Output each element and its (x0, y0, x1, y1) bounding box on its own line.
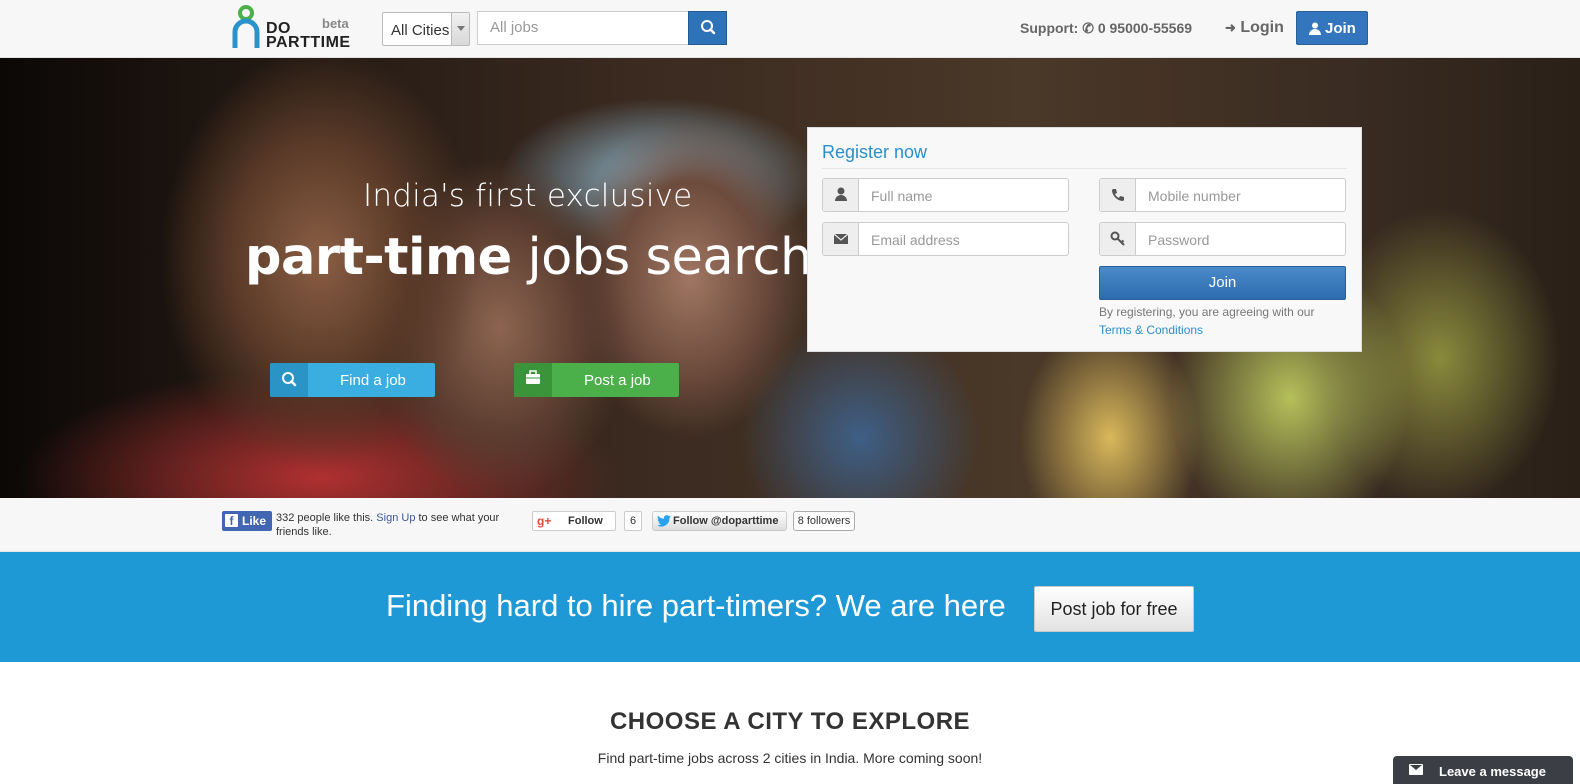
post-job-free-button[interactable]: Post job for free (1034, 586, 1194, 632)
gplus-icon: g+ (537, 514, 552, 528)
terms-link[interactable]: Terms & Conditions (1099, 323, 1203, 337)
search-button[interactable] (688, 11, 727, 45)
register-join-button[interactable]: Join (1099, 266, 1346, 300)
city-select-value: All Cities (391, 22, 450, 39)
city-section-title: CHOOSE A CITY TO EXPLORE (609, 708, 971, 735)
mobile-placeholder: Mobile number (1148, 188, 1241, 204)
user-icon (1309, 22, 1321, 35)
beta-badge: beta (322, 16, 349, 31)
leave-message-widget[interactable]: Leave a message (1393, 756, 1573, 784)
hero-headline-rest: jobs search (527, 228, 812, 287)
top-navbar: DO PARTTIME beta All Cities All jobs Sup… (0, 0, 1580, 58)
login-label: Login (1240, 19, 1284, 36)
leave-message-label: Leave a message (1439, 764, 1546, 779)
email-field[interactable]: Email address (822, 222, 1069, 256)
post-job-label: Post a job (584, 372, 651, 389)
post-job-button[interactable]: Post a job (514, 363, 679, 397)
hero-section: India's first exclusive part-time jobs s… (0, 58, 1580, 498)
social-bar: f Like 332 people like this. Sign Up to … (0, 498, 1580, 552)
envelope-icon (1409, 764, 1423, 775)
city-section-subtitle: Find part-time jobs across 2 cities in I… (597, 750, 983, 766)
twitter-followers-count: 8 followers (793, 511, 855, 531)
password-field[interactable]: Password (1099, 222, 1346, 256)
banner-text: Finding hard to hire part-timers? We are… (386, 588, 1006, 623)
twitter-follow-label: Follow @doparttime (673, 515, 779, 527)
logo[interactable]: DO PARTTIME beta (232, 4, 352, 52)
twitter-follow-button[interactable]: Follow @doparttime (652, 511, 787, 531)
find-job-label: Find a job (340, 372, 406, 389)
facebook-like-label: Like (242, 514, 267, 528)
support-info: Support: ✆ 0 95000-55569 (1020, 20, 1192, 37)
phone-icon (1100, 179, 1136, 211)
support-label: Support: (1020, 20, 1079, 36)
twitter-icon (657, 515, 671, 527)
user-icon (823, 179, 859, 211)
hero-headline: part-time jobs search (245, 228, 812, 287)
hire-banner: Finding hard to hire part-timers? We are… (0, 552, 1580, 662)
divider (822, 168, 1347, 169)
email-placeholder: Email address (871, 232, 960, 248)
facebook-like-text: 332 people like this. Sign Up to see wha… (276, 511, 516, 539)
logo-text-bottom: PARTTIME (266, 34, 351, 51)
hero-headline-bold: part-time (245, 228, 512, 287)
register-note: By registering, you are agreeing with ou… (1099, 305, 1315, 319)
envelope-icon (823, 223, 859, 255)
join-label: Join (1325, 20, 1356, 37)
briefcase-icon (514, 363, 552, 397)
join-button[interactable]: Join (1296, 11, 1368, 45)
gplus-follow-label: Follow (568, 515, 603, 527)
hero-tagline: India's first exclusive (363, 178, 693, 214)
gplus-count: 6 (624, 511, 642, 531)
search-icon (270, 363, 308, 397)
chevron-down-icon[interactable] (451, 13, 469, 45)
login-link[interactable]: ➜ Login (1225, 19, 1284, 37)
mobile-field[interactable]: Mobile number (1099, 178, 1346, 212)
search-input[interactable]: All jobs (477, 11, 689, 45)
gplus-follow-button[interactable]: g+ Follow (532, 511, 616, 531)
fullname-placeholder: Full name (871, 188, 933, 204)
fullname-field[interactable]: Full name (822, 178, 1069, 212)
register-title: Register now (822, 142, 928, 162)
register-panel: Register now Full name Mobile number Ema… (807, 127, 1362, 352)
search-placeholder: All jobs (490, 19, 539, 36)
sign-in-icon: ➜ (1225, 20, 1236, 35)
support-phone: 0 95000-55569 (1097, 20, 1193, 36)
facebook-like-button[interactable]: f Like (222, 511, 272, 531)
facebook-icon: f (225, 514, 238, 528)
find-job-button[interactable]: Find a job (270, 363, 435, 397)
city-select[interactable]: All Cities (382, 12, 470, 46)
key-icon (1100, 223, 1136, 255)
phone-icon: ✆ (1082, 20, 1094, 36)
logo-person-icon (232, 5, 260, 48)
facebook-signup-link[interactable]: Sign Up (376, 512, 415, 524)
facebook-count-text: 332 people like this. (276, 512, 374, 524)
password-placeholder: Password (1148, 232, 1210, 248)
search-icon (701, 20, 716, 35)
